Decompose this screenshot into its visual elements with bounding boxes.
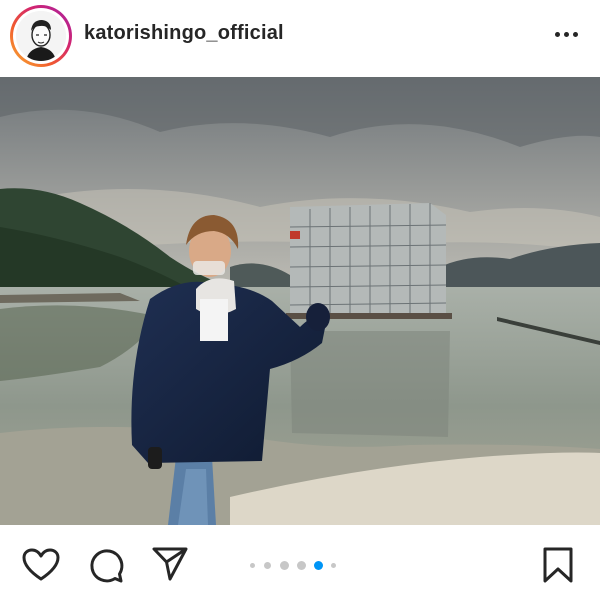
save-button[interactable] — [542, 546, 574, 589]
carousel-dot — [331, 563, 336, 568]
more-dot — [563, 31, 569, 37]
carousel-indicator — [250, 560, 340, 572]
avatar-border — [13, 8, 69, 64]
carousel-dot — [264, 562, 271, 569]
bookmark-icon — [543, 547, 573, 583]
post-header: katorishingo_official — [0, 0, 600, 74]
heart-icon — [22, 548, 60, 581]
like-button[interactable] — [22, 548, 60, 587]
share-button[interactable] — [151, 546, 189, 587]
comment-button[interactable] — [88, 548, 124, 589]
carousel-dot — [250, 563, 255, 568]
avatar-illustration — [16, 11, 66, 61]
post-username[interactable]: katorishingo_official — [84, 22, 284, 45]
more-dot — [572, 31, 578, 37]
send-paper-plane-icon — [152, 547, 188, 581]
profile-avatar[interactable] — [10, 5, 72, 67]
more-dot — [554, 31, 560, 37]
more-options-button[interactable] — [548, 22, 584, 46]
comment-bubble-icon — [90, 549, 124, 583]
carousel-dot-active — [314, 561, 323, 570]
carousel-dot — [297, 561, 306, 570]
carousel-dot — [280, 561, 289, 570]
post-actions-bar — [0, 530, 600, 585]
post-photo[interactable] — [0, 77, 600, 525]
